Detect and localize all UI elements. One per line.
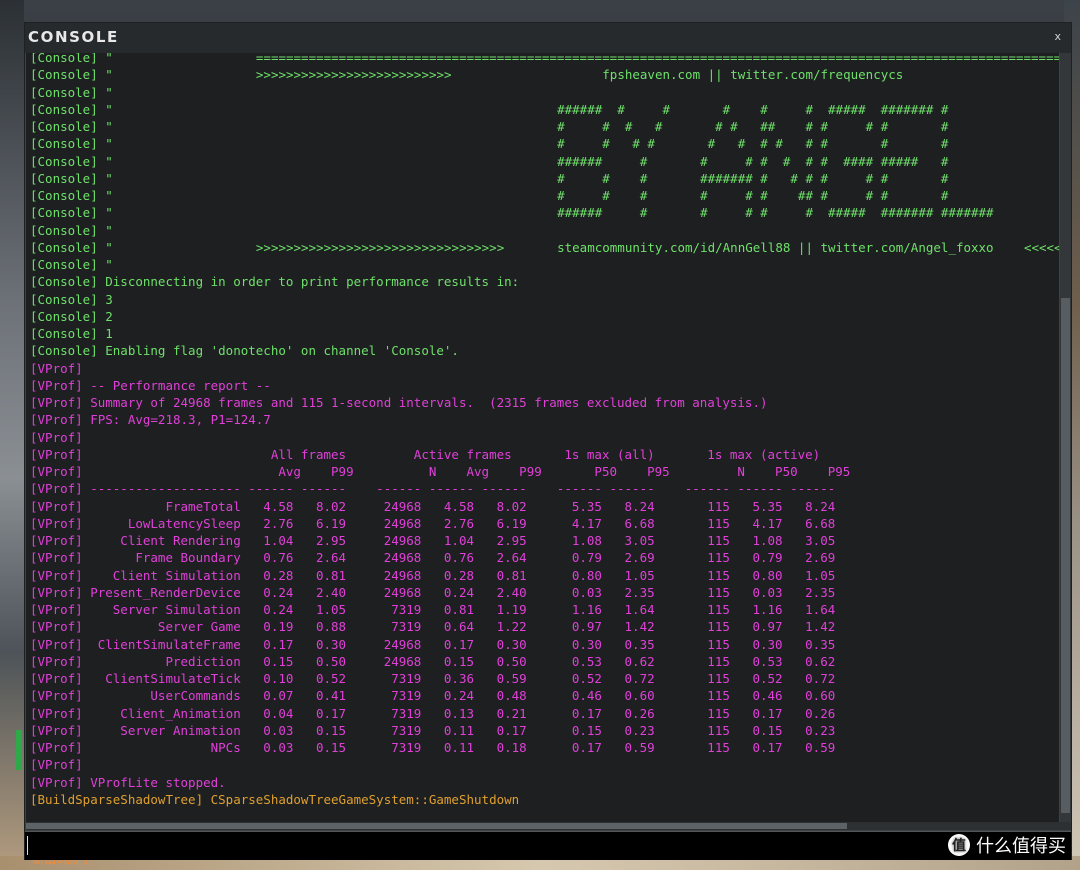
console-line-text: # # # # # # ## # # # # (557, 188, 949, 203)
console-line-text: ###### # # # # # # # #### ##### # (557, 153, 949, 169)
console-line-text: ###### # # # # # ##### ####### # (557, 101, 949, 117)
command-input-row (25, 831, 1071, 860)
console-line-text: [VProf] (30, 757, 83, 773)
console-line-text: [VProf] FrameTotal 4.58 8.02 24968 4.58 … (30, 498, 836, 514)
title-bar[interactable]: CONSOLE x (25, 23, 1071, 53)
console-line-text: [VProf] Client Simulation 0.28 0.81 2496… (30, 567, 836, 583)
console-line-text: [Console] Disconnecting in order to prin… (30, 274, 520, 290)
console-line-text: [VProf] ClientSimulateTick 0.10 0.52 731… (30, 671, 836, 686)
console-line-text: [BuildSparseShadowTree] CSparseShadowTre… (30, 791, 520, 807)
console-line-text: [VProf] Avg P99 N Avg P99 P50 P95 N P50 … (30, 464, 851, 479)
window-title: CONSOLE (28, 28, 119, 46)
vertical-scrollbar[interactable] (1060, 53, 1071, 822)
console-line-text: [Console] 2 (30, 308, 113, 324)
console-line-text: [Console] " (30, 205, 113, 221)
console-output[interactable]: [Console] " =============================… (26, 53, 1059, 822)
game-background-left (0, 0, 24, 870)
horizontal-scrollbar[interactable] (26, 822, 1071, 830)
console-line-text: [VProf] Server Game 0.19 0.88 7319 0.64 … (30, 619, 836, 635)
horizontal-scrollbar-thumb[interactable] (26, 823, 847, 829)
watermark-logo-icon: 值 (948, 834, 970, 856)
console-line-text: <<<<<<<<<<<<<<<< (1023, 239, 1059, 255)
console-line-text: [VProf] FPS: Avg=218.3, P1=124.7 (30, 412, 271, 428)
console-line-text: [Console] 3 (30, 291, 113, 307)
close-button[interactable]: x (1054, 30, 1061, 43)
console-line-text: [VProf] -- Performance report -- (30, 377, 271, 393)
console-line-text: [VProf] Server Animation 0.03 0.15 7319 … (30, 722, 836, 738)
console-line-text: [VProf] ClientSimulateFrame 0.17 0.30 24… (30, 636, 836, 652)
console-line-text: [VProf] Client Rendering 1.04 2.95 24968… (30, 533, 836, 548)
console-line-text: [Console] " (30, 257, 113, 272)
console-line-text: ###### # # # # # ##### ####### ####### (557, 205, 994, 221)
console-line-text: [Console] " (30, 153, 113, 169)
console-line-text: [VProf] Frame Boundary 0.76 2.64 24968 0… (30, 550, 836, 566)
console-line-text: [Console] " (30, 67, 113, 83)
console-line-text: [VProf] (30, 429, 83, 445)
vertical-scrollbar-thumb[interactable] (1061, 298, 1070, 813)
console-line-text: # # # # # # # # # # # # (557, 136, 949, 152)
console-line-text: [VProf] UserCommands 0.07 0.41 7319 0.24… (30, 688, 836, 704)
console-line-text: ========================================… (255, 53, 1059, 65)
console-line-text: [Console] " (30, 222, 113, 238)
console-line-text: [VProf] Server Simulation 0.24 1.05 7319… (30, 602, 836, 617)
background-accent (16, 730, 22, 770)
console-line-text: steamcommunity.com/id/AnnGell88 || twitt… (557, 239, 994, 255)
console-window: CONSOLE x [Console] " ===================… (24, 22, 1072, 860)
console-line-text: [Console] 1 (30, 326, 113, 341)
console-line-text: [VProf] Prediction 0.15 0.50 24968 0.15 … (30, 653, 836, 669)
watermark: 值 什么值得买 (948, 832, 1066, 858)
console-line-text: [Console] " (30, 84, 113, 100)
console-line-text: [VProf] Summary of 24968 frames and 115 … (30, 395, 768, 410)
console-line-text: [Console] " (30, 101, 113, 117)
console-line-text: [Console] " (30, 53, 113, 65)
console-line-text: # # # # # # ## # # # # # (557, 119, 949, 134)
console-line-text: [VProf] VProfLite stopped. (30, 774, 226, 790)
console-line-text: [VProf] Client_Animation 0.04 0.17 7319 … (30, 705, 836, 721)
console-line-text: [VProf] NPCs 0.03 0.15 7319 0.11 0.18 0.… (30, 740, 836, 755)
console-line-text: [Console] Enabling flag 'donotecho' on c… (30, 343, 459, 359)
console-line-text: fpsheaven.com || twitter.com/frequencycs (602, 67, 904, 83)
watermark-text: 什么值得买 (976, 836, 1066, 857)
console-line-text: [VProf] Present_RenderDevice 0.24 2.40 2… (30, 584, 836, 600)
console-line-text: [Console] " (30, 170, 113, 186)
console-line-text: >>>>>>>>>>>>>>>>>>>>>>>>>> (255, 67, 452, 83)
console-line-text: [VProf] All frames Active frames 1s max … (30, 446, 821, 462)
console-line-text: [Console] " (30, 188, 113, 203)
console-line-text: # # # ####### # # # # # # # (557, 170, 949, 186)
console-line-text: [Console] " (30, 119, 113, 134)
command-input[interactable] (28, 835, 972, 859)
console-line-text: [Console] " (30, 136, 113, 152)
console-line-text: >>>>>>>>>>>>>>>>>>>>>>>>>>>>>>>>> (255, 239, 505, 255)
console-line-text: [Console] " (30, 239, 113, 255)
console-line-text: [VProf] LowLatencySleep 2.76 6.19 24968 … (30, 515, 836, 531)
console-line-text: [VProf] (30, 360, 83, 376)
console-line-text: [VProf] -------------------- ------ ----… (30, 481, 836, 497)
